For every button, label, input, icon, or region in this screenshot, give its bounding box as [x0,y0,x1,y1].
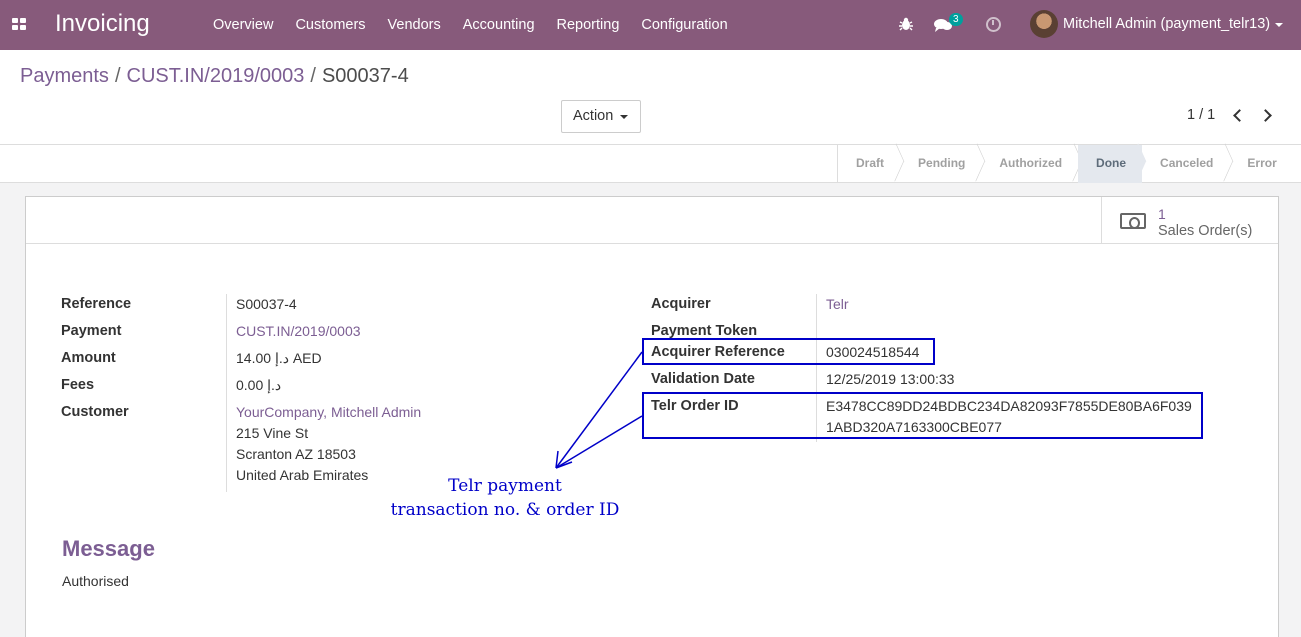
message-section-title: Message [62,536,155,561]
annotation-arrows [555,351,643,469]
annotation-line1: Telr payment [448,476,562,496]
message-body: Authorised [62,573,129,589]
annotation-line2: transaction no. & order ID [390,500,620,520]
annotation-note: Telr payment transaction no. & order ID [360,474,650,522]
